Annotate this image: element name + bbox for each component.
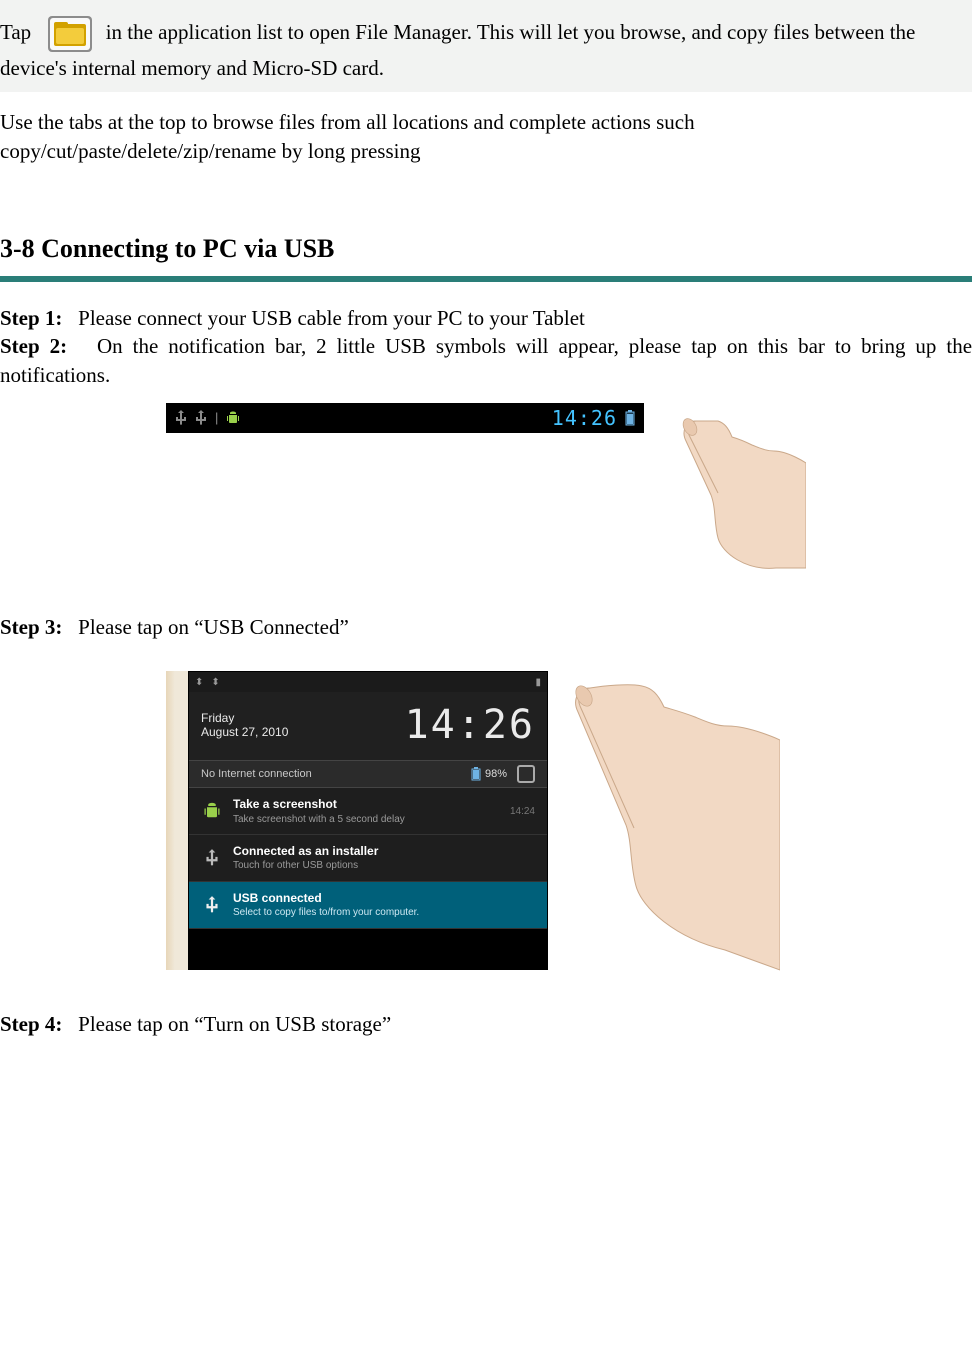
notification-item[interactable]: Take a screenshot Take screenshot with a…: [189, 788, 547, 835]
step-1-text: Please connect your USB cable from your …: [78, 306, 585, 330]
step-4-label: Step 4:: [0, 1012, 62, 1036]
usb-icon: ⬍: [195, 676, 203, 690]
day-label: Friday: [201, 711, 288, 725]
divider-icon: |: [215, 409, 218, 427]
section-rule: [0, 276, 972, 282]
date-label: August 27, 2010: [201, 725, 288, 739]
notification-title: Take a screenshot: [233, 796, 500, 812]
status-bar-clock: 14:26: [552, 405, 617, 432]
notification-item[interactable]: Connected as an installer Touch for othe…: [189, 835, 547, 882]
phone-status-bar: ⬍ ⬍ ▮: [189, 672, 547, 692]
step-2: Step 2: On the notification bar, 2 littl…: [0, 332, 972, 389]
background-edge: [166, 671, 188, 969]
intro-box: Tap in the application list to open File…: [0, 0, 972, 92]
notification-subtitle: Select to copy files to/from your comput…: [233, 906, 535, 920]
usb-icon: [201, 847, 223, 869]
date-time-row: Friday August 27, 2010 14:26: [189, 692, 547, 760]
intro-paragraph-1: Tap in the application list to open File…: [0, 14, 972, 82]
intro-p1-text-a: Tap: [0, 20, 31, 44]
figure-2: ⬍ ⬍ ▮ Friday August 27, 2010 14:26 No In…: [166, 670, 806, 970]
battery-icon: ▮: [535, 676, 541, 690]
figure-1: | 14:26: [166, 403, 806, 553]
step-1-label: Step 1:: [0, 306, 62, 330]
notification-title: Connected as an installer: [233, 843, 535, 859]
notification-subtitle: Take screenshot with a 5 second delay: [233, 813, 500, 827]
notification-time: 14:24: [510, 805, 535, 819]
usb-icon: [175, 409, 187, 427]
step-2-text: On the notification bar, 2 little USB sy…: [0, 334, 972, 386]
no-internet-label: No Internet connection: [201, 767, 312, 782]
notifications-panel-screenshot: ⬍ ⬍ ▮ Friday August 27, 2010 14:26 No In…: [188, 671, 548, 969]
step-3: Step 3: Please tap on “USB Connected”: [0, 613, 972, 641]
battery-icon: [625, 410, 635, 426]
notification-title: USB connected: [233, 890, 535, 906]
android-icon: [226, 410, 240, 426]
notification-item-usb-connected[interactable]: USB connected Select to copy files to/fr…: [189, 882, 547, 929]
usb-icon: [195, 409, 207, 427]
section-heading: 3-8 Connecting to PC via USB: [0, 231, 972, 266]
step-4-text: Please tap on “Turn on USB storage”: [78, 1012, 391, 1036]
step-3-text: Please tap on “USB Connected”: [78, 615, 349, 639]
status-bar-screenshot: | 14:26: [166, 403, 644, 433]
blank-area: [189, 929, 547, 969]
step-3-label: Step 3:: [0, 615, 62, 639]
finger-pointing-illustration: [656, 403, 806, 553]
android-icon: [201, 800, 223, 822]
file-manager-icon: [46, 14, 94, 54]
usb-icon: [201, 894, 223, 916]
quick-settings-row: No Internet connection 98%: [189, 760, 547, 788]
battery-icon: 98%: [471, 767, 507, 782]
battery-percent: 98%: [485, 767, 507, 782]
gear-icon: [517, 765, 535, 783]
intro-paragraph-2: Use the tabs at the top to browse files …: [0, 108, 972, 165]
notification-subtitle: Touch for other USB options: [233, 859, 535, 873]
intro-p1-text-b: in the application list to open File Man…: [0, 20, 915, 80]
step-2-label: Step 2:: [0, 334, 67, 358]
usb-icon: ⬍: [211, 676, 219, 690]
big-clock: 14:26: [405, 698, 535, 752]
step-4: Step 4: Please tap on “Turn on USB stora…: [0, 1010, 972, 1038]
finger-pointing-illustration: [560, 670, 780, 970]
step-1: Step 1: Please connect your USB cable fr…: [0, 304, 972, 332]
